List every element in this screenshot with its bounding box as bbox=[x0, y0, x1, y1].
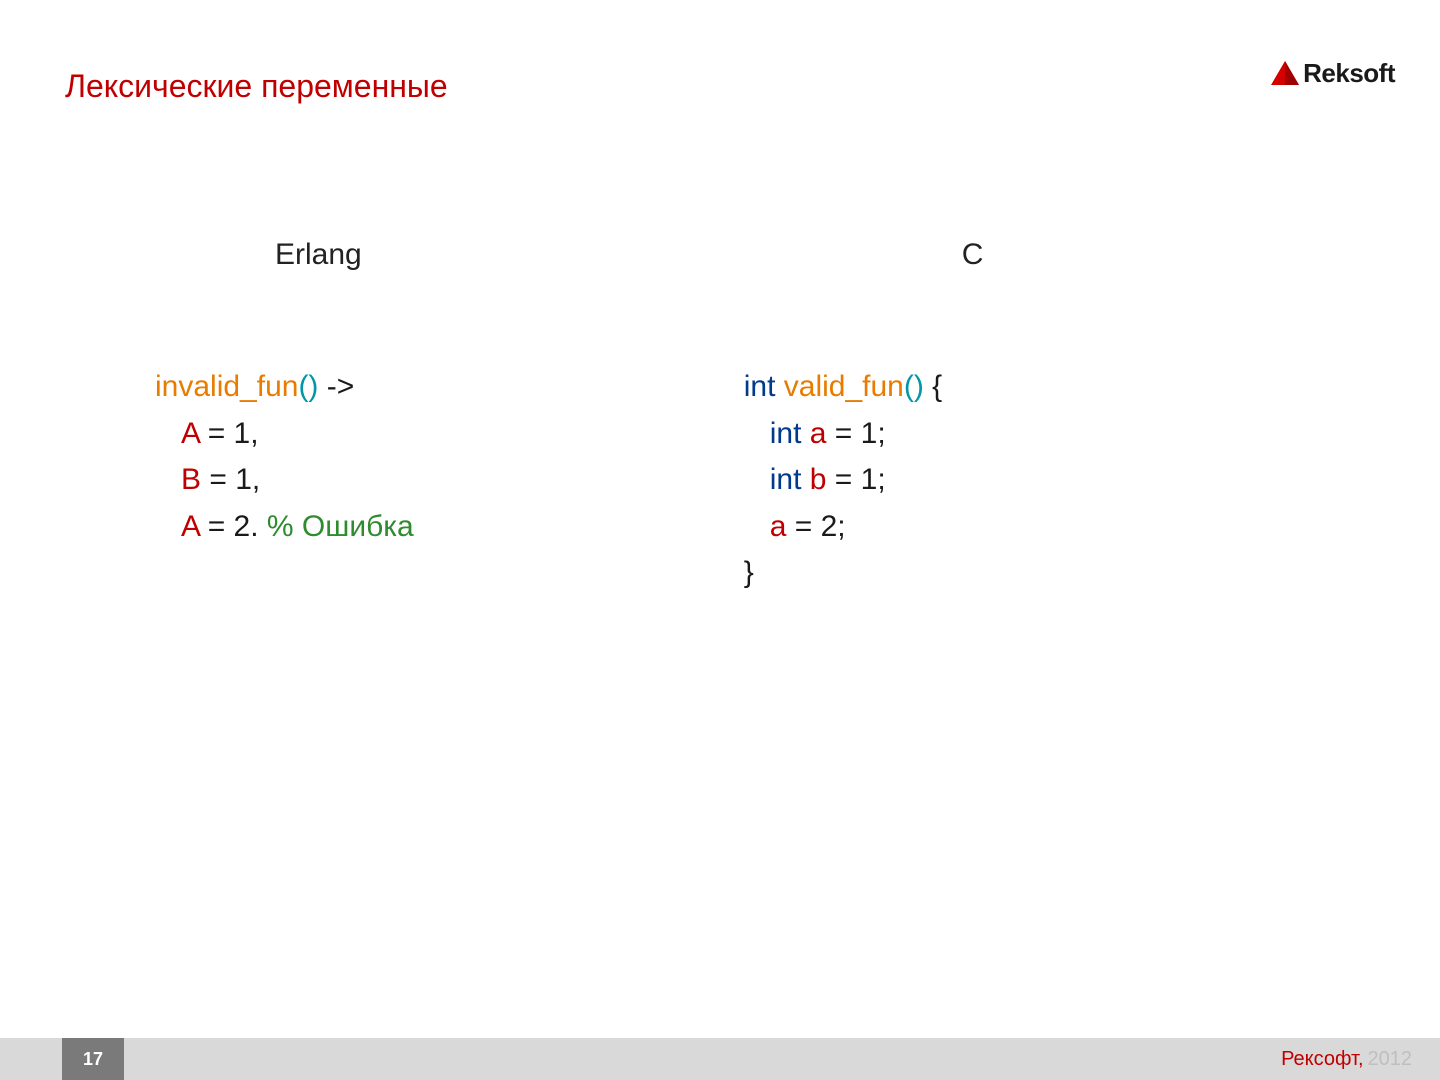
c-var-a2: a bbox=[770, 510, 787, 543]
erlang-header: Erlang bbox=[275, 238, 414, 272]
brand-logo: Reksoft bbox=[1271, 58, 1395, 89]
footer-company: Рексофт, bbox=[1281, 1048, 1363, 1071]
c-sp-3 bbox=[801, 463, 809, 496]
footer-right: Рексофт, 2012 bbox=[1281, 1038, 1412, 1080]
c-sp-1 bbox=[775, 370, 783, 403]
c-sp-2 bbox=[801, 417, 809, 450]
logo-triangle-icon bbox=[1271, 61, 1299, 87]
erlang-parens: () bbox=[298, 370, 318, 403]
erlang-var-a1: A bbox=[181, 417, 199, 450]
c-assign-3: = 2; bbox=[786, 510, 845, 543]
erlang-code: invalid_fun() -> A = 1, B = 1, A = 2. % … bbox=[155, 364, 414, 550]
erlang-assign-3: = 2. bbox=[199, 510, 267, 543]
c-assign-1: = 1; bbox=[826, 417, 885, 450]
c-brace-close: } bbox=[744, 556, 754, 589]
c-brace-open: { bbox=[924, 370, 942, 403]
footer-bar bbox=[0, 1038, 1440, 1080]
code-columns: Erlang invalid_fun() -> A = 1, B = 1, A … bbox=[155, 238, 983, 597]
c-type-2: int bbox=[770, 417, 802, 450]
c-parens: () bbox=[904, 370, 924, 403]
slide-title: Лексические переменные bbox=[65, 68, 448, 105]
c-fn-name: valid_fun bbox=[784, 370, 904, 403]
c-assign-2: = 1; bbox=[826, 463, 885, 496]
erlang-var-a2: A bbox=[181, 510, 199, 543]
c-column: C int valid_fun() { int a = 1; int b = 1… bbox=[744, 238, 984, 597]
logo-text: Reksoft bbox=[1303, 58, 1395, 89]
c-var-a1: a bbox=[810, 417, 827, 450]
page-number: 17 bbox=[62, 1038, 124, 1080]
erlang-assign-1: = 1, bbox=[199, 417, 258, 450]
c-var-b: b bbox=[810, 463, 827, 496]
c-type-1: int bbox=[744, 370, 776, 403]
erlang-column: Erlang invalid_fun() -> A = 1, B = 1, A … bbox=[155, 238, 414, 597]
erlang-fn-name: invalid_fun bbox=[155, 370, 298, 403]
c-header: C bbox=[962, 238, 984, 272]
footer-year: 2012 bbox=[1368, 1048, 1413, 1071]
erlang-comment: % Ошибка bbox=[267, 510, 414, 543]
erlang-arrow: -> bbox=[318, 370, 354, 403]
erlang-var-b: B bbox=[181, 463, 201, 496]
c-type-3: int bbox=[770, 463, 802, 496]
c-code: int valid_fun() { int a = 1; int b = 1; … bbox=[744, 364, 984, 597]
erlang-assign-2: = 1, bbox=[201, 463, 260, 496]
